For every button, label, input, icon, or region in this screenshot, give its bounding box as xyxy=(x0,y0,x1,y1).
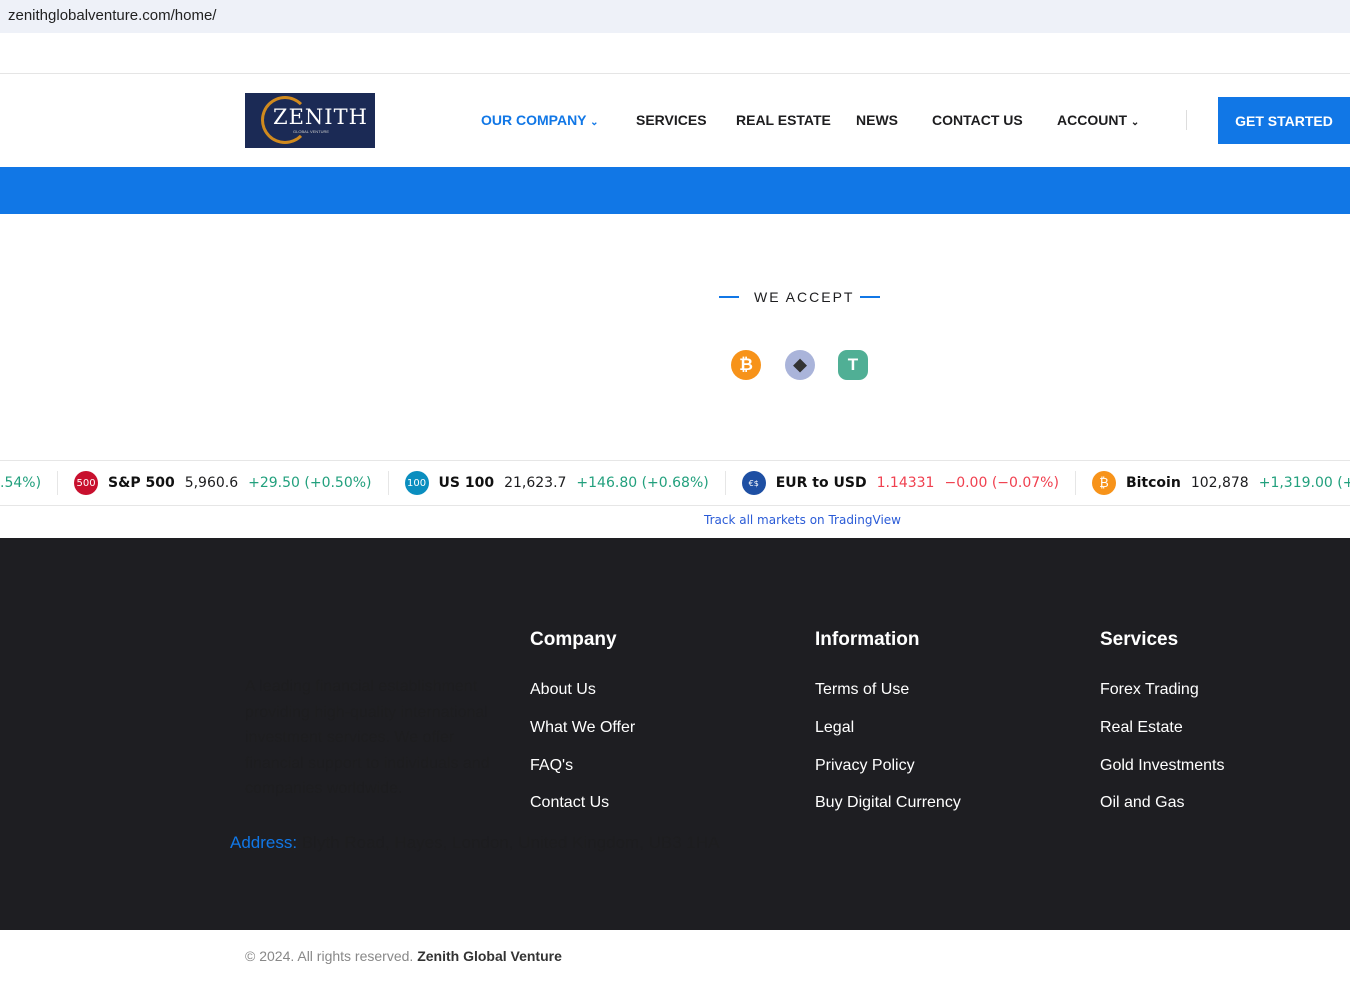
address-bar[interactable]: zenithglobalventure.com/home/ xyxy=(0,0,1350,33)
ticker-name: Bitcoin xyxy=(1125,475,1181,491)
footer-about: A leading financial establishment provid… xyxy=(245,678,490,797)
ticker-item[interactable]: ₿ Bitcoin 102,878 +1,319.00 (+1.30%) xyxy=(1076,471,1350,495)
ethereum-icon: ◆ xyxy=(785,350,815,380)
ticker-item[interactable]: 500 S&P 500 5,960.6 +29.50 (+0.50%) xyxy=(58,471,389,495)
nav-contact-us[interactable]: CONTACT US xyxy=(932,112,1023,128)
footer-link[interactable]: Buy Digital Currency xyxy=(815,794,961,812)
us100-icon: 100 xyxy=(404,471,429,495)
divider xyxy=(860,296,880,298)
ticker-item[interactable]: 100 US 100 21,623.7 +146.80 (+0.68%) xyxy=(389,471,726,495)
nav-news[interactable]: NEWS xyxy=(856,112,898,128)
footer-link[interactable]: Contact Us xyxy=(530,794,609,812)
copyright: © 2024. All rights reserved. Zenith Glob… xyxy=(245,948,562,964)
nav-our-company[interactable]: OUR COMPANY ⌄ xyxy=(481,112,599,128)
ticker-change: +146.80 (+0.68%) xyxy=(576,475,709,491)
logo-text: ZENITH xyxy=(273,105,368,129)
footer-link[interactable]: Oil and Gas xyxy=(1100,794,1184,812)
divider xyxy=(719,296,739,298)
ticker-name: US 100 xyxy=(438,475,495,491)
footer-link[interactable]: What We Offer xyxy=(530,719,635,737)
get-started-button[interactable]: GET STARTED xyxy=(1218,97,1350,144)
ticker-change: .54%) xyxy=(0,475,42,491)
ticker-name: EUR to USD xyxy=(775,475,867,491)
bitcoin-icon: ₿ xyxy=(1091,471,1116,495)
nav-services[interactable]: SERVICES xyxy=(636,112,707,128)
tradingview-link[interactable]: Track all markets on TradingView xyxy=(704,513,901,527)
ticker-item[interactable]: €$ EUR to USD 1.14331 −0.00 (−0.07%) xyxy=(726,471,1076,495)
footer-link[interactable]: Legal xyxy=(815,719,854,737)
ticker-price: 21,623.7 xyxy=(504,475,567,491)
logo[interactable]: ZENITH GLOBAL VENTURE xyxy=(245,93,375,148)
ticker-change: +29.50 (+0.50%) xyxy=(248,475,372,491)
copyright-text: © 2024. All rights reserved. xyxy=(245,948,414,964)
ticker-change: +1,319.00 (+1.30%) xyxy=(1258,475,1350,491)
tether-icon: T xyxy=(838,350,868,380)
ticker-change: −0.00 (−0.07%) xyxy=(944,475,1059,491)
footer-link[interactable]: FAQ's xyxy=(530,757,573,775)
we-accept-title: WE ACCEPT xyxy=(754,289,855,305)
ticker-price: 1.14331 xyxy=(876,475,935,491)
address-label: Address: xyxy=(230,833,298,852)
footer-link[interactable]: Terms of Use xyxy=(815,681,909,699)
footer-link[interactable]: Gold Investments xyxy=(1100,757,1225,775)
ticker-name: S&P 500 xyxy=(108,475,175,491)
logo-subtext: GLOBAL VENTURE xyxy=(293,129,330,134)
copyright-brand: Zenith Global Venture xyxy=(417,948,562,964)
footer-link[interactable]: Real Estate xyxy=(1100,719,1183,737)
sp500-icon: 500 xyxy=(74,471,99,495)
bitcoin-icon: ₿ xyxy=(731,350,761,380)
footer-link[interactable]: Privacy Policy xyxy=(815,757,915,775)
address-value: Blyth Road, Hayes, London, United Kingdo… xyxy=(301,833,720,852)
footer-link[interactable]: Forex Trading xyxy=(1100,681,1199,699)
chevron-down-icon: ⌄ xyxy=(590,117,599,128)
footer-link[interactable]: About Us xyxy=(530,681,596,699)
nav-account[interactable]: ACCOUNT ⌄ xyxy=(1057,112,1139,128)
nav-divider xyxy=(1186,110,1187,130)
nav-real-estate[interactable]: REAL ESTATE xyxy=(736,112,831,128)
footer-address: Address: Blyth Road, Hayes, London, Unit… xyxy=(230,833,720,853)
ticker-price: 102,878 xyxy=(1190,475,1249,491)
blue-banner xyxy=(0,167,1350,214)
ticker-price: 5,960.6 xyxy=(184,475,239,491)
footer-heading-services: Services xyxy=(1100,629,1179,650)
chevron-down-icon: ⌄ xyxy=(1130,117,1140,128)
footer-heading-information: Information xyxy=(815,629,920,650)
eur-usd-flag-icon: €$ xyxy=(741,471,766,495)
footer-heading-company: Company xyxy=(530,629,617,650)
market-ticker[interactable]: .54%) 500 S&P 500 5,960.6 +29.50 (+0.50%) 1… xyxy=(0,460,1350,506)
